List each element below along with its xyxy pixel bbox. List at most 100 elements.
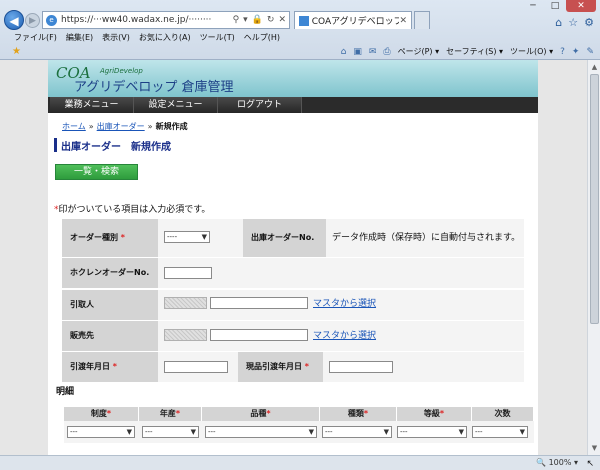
research-icon[interactable]: ✎ (586, 47, 594, 57)
detail-col-grade: 等級* (397, 407, 472, 421)
menu-help[interactable]: ヘルプ(H) (244, 32, 280, 43)
nav-settings-menu[interactable]: 設定メニュー (134, 97, 218, 113)
command-page[interactable]: ページ(P) ▾ (398, 46, 439, 57)
breadcrumb-current: 新規作成 (155, 122, 188, 131)
search-icon[interactable]: ⚲ (233, 15, 240, 25)
breadcrumb-home[interactable]: ホーム (62, 122, 86, 131)
new-tab-button[interactable] (414, 11, 430, 29)
refresh-icon[interactable]: ↻ (267, 15, 275, 25)
stop-icon[interactable]: ✕ (278, 15, 286, 25)
system-select[interactable]: --- ▼ (67, 426, 135, 438)
chevron-down-icon: ▼ (308, 428, 314, 436)
close-window-button[interactable]: ✕ (566, 0, 596, 12)
logo-tagline: AgriDevelop (100, 67, 143, 75)
order-no-label: 出庫オーダーNo. (243, 219, 326, 257)
detail-col-variety: 品種* (202, 407, 320, 421)
pickup-person-cell: マスタから選択 (158, 290, 524, 320)
variety-select[interactable]: --- ▼ (205, 426, 317, 438)
detail-header-row: 制度* 年産* 品種* 種類* 等級* 次数 (64, 407, 534, 421)
seller-cell: マスタから選択 (158, 321, 524, 351)
addon-icon[interactable]: ✦ (572, 47, 580, 57)
mail-icon[interactable]: ✉ (369, 47, 377, 57)
breadcrumb-shipping-order[interactable]: 出庫オーダー (97, 122, 145, 131)
print-icon[interactable]: ⎙ (383, 47, 390, 57)
chevron-down-icon: ▼ (201, 233, 207, 241)
form-row: 販売先 マスタから選択 (62, 321, 524, 352)
hokuren-order-no-input[interactable] (164, 267, 212, 279)
order-form: オーダー種別 * ---- ▼ 出庫オーダーNo. データ作成時（保存時）に自動付… (62, 219, 524, 383)
chevron-down-icon: ▼ (458, 428, 464, 436)
maximize-button[interactable]: □ (544, 0, 566, 12)
breadcrumb-separator: » (147, 122, 153, 131)
menu-view[interactable]: 表示(V) (102, 32, 130, 43)
help-icon[interactable]: ? (560, 47, 565, 57)
actual-pickup-date-input[interactable] (329, 361, 393, 373)
url-text[interactable]: https://···ww40.wadax.ne.jp/··········· (61, 15, 211, 25)
feeds-icon[interactable]: ▣ (353, 47, 362, 57)
logo-title: アグリデベロップ 倉庫管理 (74, 80, 234, 95)
chevron-down-icon: ▼ (383, 428, 389, 436)
scroll-down-icon[interactable]: ▼ (590, 443, 599, 453)
menu-favorites[interactable]: お気に入り(A) (139, 32, 191, 43)
back-arrow-icon[interactable]: ◀ (4, 10, 24, 30)
form-row: オーダー種別 * ---- ▼ 出庫オーダーNo. データ作成時（保存時）に自動付… (62, 219, 524, 258)
seller-name-input[interactable] (210, 329, 308, 341)
pickup-name-input[interactable] (210, 297, 308, 309)
detail-col-kind: 種類* (320, 407, 397, 421)
forward-arrow-icon[interactable]: ▶ (25, 13, 40, 28)
seller-code-input (164, 329, 207, 341)
browser-tab[interactable]: COAアグリデベロップ 倉... ✕ (294, 11, 412, 29)
detail-section-title: 明細 (56, 387, 75, 397)
grade-select[interactable]: --- ▼ (397, 426, 467, 438)
lock-icon[interactable]: 🔒 (252, 15, 263, 25)
scroll-up-icon[interactable]: ▲ (590, 62, 599, 72)
nav-logout[interactable]: ログアウト (218, 97, 302, 113)
order-type-select[interactable]: ---- ▼ (164, 231, 210, 243)
order-select[interactable]: --- ▼ (472, 426, 528, 438)
nav-business-menu[interactable]: 業務メニュー (50, 97, 134, 113)
favorites-star-icon[interactable]: ☆ (568, 16, 578, 29)
order-type-cell: ---- ▼ (158, 219, 243, 257)
pickup-master-select-link[interactable]: マスタから選択 (313, 296, 376, 309)
detail-col-order: 次数 (472, 407, 534, 421)
seller-master-select-link[interactable]: マスタから選択 (313, 328, 376, 341)
menu-edit[interactable]: 編集(E) (66, 32, 93, 43)
command-safety[interactable]: セーフティ(S) ▾ (446, 46, 503, 57)
order-no-auto-text: データ作成時（保存時）に自動付与されます。 (332, 233, 521, 243)
pickup-date-input[interactable] (164, 361, 228, 373)
form-row: 引渡年月日 * 現品引渡年月日 * (62, 352, 524, 383)
chevron-down-icon: ▼ (126, 428, 132, 436)
breadcrumb-separator: » (88, 122, 94, 131)
site-favicon-icon: e (46, 14, 57, 26)
window-controls: ─ □ ✕ (522, 0, 596, 12)
hokuren-order-no-cell (158, 258, 524, 288)
kind-select[interactable]: --- ▼ (322, 426, 392, 438)
home-cmd-icon[interactable]: ⌂ (341, 47, 347, 57)
home-icon[interactable]: ⌂ (555, 16, 562, 29)
menu-file[interactable]: ファイル(F) (14, 32, 57, 43)
address-bar[interactable]: e https://···ww40.wadax.ne.jp/··········… (42, 11, 290, 29)
scroll-thumb[interactable] (590, 74, 599, 324)
menu-tools[interactable]: ツール(T) (200, 32, 235, 43)
settings-gear-icon[interactable]: ⚙ (584, 16, 594, 29)
add-favorite-icon[interactable]: ★ (12, 46, 21, 57)
global-nav: 業務メニュー 設定メニュー ログアウト (48, 97, 538, 113)
zoom-level[interactable]: 🔍 100% ▾ (536, 458, 578, 467)
detail-table: 制度* 年産* 品種* 種類* 等級* 次数 --- ▼ --- ▼ --- ▼ --… (64, 407, 534, 443)
command-items: ⌂ ▣ ✉ ⎙ ページ(P) ▾ セーフティ(S) ▾ ツール(O) ▾ ? ✦… (341, 46, 594, 57)
list-search-button[interactable]: 一覧・検索 (55, 164, 138, 180)
command-tools[interactable]: ツール(O) ▾ (510, 46, 553, 57)
form-row: 引取人 マスタから選択 (62, 290, 524, 321)
seller-label: 販売先 (62, 321, 158, 351)
dropdown-icon[interactable]: ▾ (243, 15, 248, 25)
tab-title: COAアグリデベロップ 倉... (311, 17, 400, 27)
order-type-value: ---- (167, 233, 178, 241)
command-bar: ★ ⌂ ▣ ✉ ⎙ ページ(P) ▾ セーフティ(S) ▾ ツール(O) ▾ ?… (0, 44, 600, 59)
actual-pickup-date-label: 現品引渡年月日 * (238, 352, 323, 382)
required-note-text: 印がついている項目は入力必須です。 (58, 205, 211, 215)
year-select[interactable]: --- ▼ (142, 426, 199, 438)
tab-close-icon[interactable]: ✕ (399, 16, 407, 26)
minimize-button[interactable]: ─ (522, 0, 544, 12)
vertical-scrollbar[interactable]: ▲ ▼ (587, 60, 600, 455)
page-title: 出庫オーダー 新規作成 (54, 138, 171, 153)
